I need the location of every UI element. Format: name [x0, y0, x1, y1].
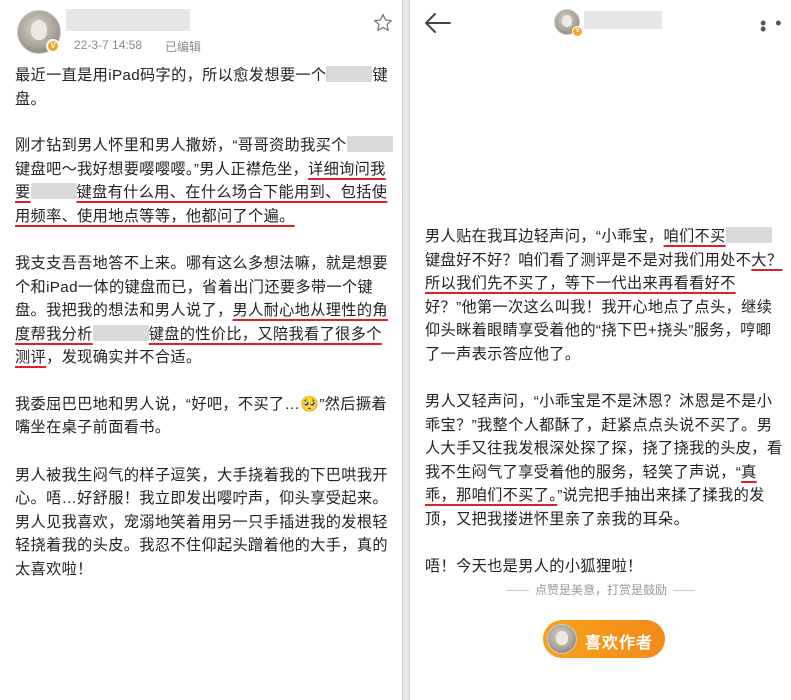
star-icon[interactable] — [372, 12, 394, 34]
header-name-redacted — [584, 11, 662, 29]
like-button-label: 喜欢作者 — [585, 635, 654, 652]
post-paragraph: 男人被我生闷气的样子逗笑，大手挠着我的下巴哄我开心。唔…好舒服！我立即发出嘤咛声… — [15, 464, 395, 582]
post-body-left: 最近一直是用iPad码字的，所以愈发想要一个 键盘。刚才钻到男人怀里和男人撒娇，“… — [15, 64, 395, 603]
redacted-brand — [326, 66, 373, 82]
verified-badge-icon: V — [572, 26, 583, 37]
post-paragraph: 男人又轻声问，“小乖宝是不是沐恩？沐恩是不是小乖宝？”我整个人都酥了，赶紧点点头… — [425, 390, 783, 531]
verified-badge-icon: V — [46, 39, 60, 53]
post-paragraph: 男人贴在我耳边轻声问，“小乖宝，咱们不买键盘好不好？咱们看了测评是不是对我们用处… — [425, 225, 783, 366]
post-paragraph: 刚才钻到男人怀里和男人撒娇，“哥哥资助我买个键盘吧～我好想要嘤嘤嘤。”男人正襟危… — [15, 134, 395, 228]
post-text: 刚才钻到男人怀里和男人撒娇，“哥哥资助我买个 — [15, 137, 347, 154]
post-text: 好？”他第一次这么叫我！我开心地点了点头，继续仰头眯着眼睛享受着他的“挠下巴+挠… — [425, 298, 773, 363]
post-text: 唔！今天也是男人的小狐狸啦！ — [425, 558, 643, 575]
author-avatar — [547, 624, 577, 654]
post-body-right: 男人贴在我耳边轻声问，“小乖宝，咱们不买键盘好不好？咱们看了测评是不是对我们用处… — [425, 225, 783, 601]
back-arrow-icon[interactable] — [422, 10, 452, 36]
edited-label: 已编辑 — [165, 40, 202, 54]
post-text: 男人被我生闷气的样子逗笑，大手挠着我的下巴哄我开心。唔…好舒服！我立即发出嘤咛声… — [15, 466, 388, 578]
post-text: 男人又轻声问，“小乖宝是不是沐恩？沐恩是不是小乖宝？”我整个人都酥了，赶紧点点头… — [425, 393, 783, 481]
post-text: 键盘好不好？咱们看了测评是不是对我们用处不 — [425, 251, 752, 269]
left-screenshot: V 22-3-7 14:58 已编辑 最近一直是用iPad码字的，所以愈发想要一… — [0, 0, 403, 700]
right-screenshot: V • • • 男人贴在我耳边轻声问，“小乖宝，咱们不买键盘好不好？咱们看了测评… — [409, 0, 791, 700]
reward-caption: 点赞是美意，打赏是鼓励 — [410, 581, 791, 598]
like-author-button[interactable]: 喜欢作者 — [543, 620, 665, 658]
post-text: 男人贴在我耳边轻声问，“小乖宝， — [425, 228, 664, 245]
post-paragraph: 最近一直是用iPad码字的，所以愈发想要一个 键盘。 — [15, 64, 395, 111]
post-text: 键盘吧～我好想要嘤嘤嘤。”男人正襟危坐， — [15, 160, 309, 178]
post-text: 最近一直是用iPad码字的，所以愈发想要一个 — [15, 67, 327, 84]
author-name-redacted — [66, 9, 190, 31]
redacted-brand — [30, 183, 77, 199]
underlined-text: 咱们不买 — [663, 228, 726, 245]
post-text: ，发现确实并不合适。 — [46, 349, 202, 366]
post-paragraph: 我支支吾吾地答不上来。哪有这么多想法嘛，就是想要个和iPad一体的键盘而已，省着… — [15, 252, 395, 370]
redacted-brand — [725, 227, 772, 243]
post-timestamp: 22-3-7 14:58 — [74, 38, 143, 52]
more-icon[interactable]: • • • — [760, 14, 791, 38]
post-paragraph: 我委屈巴巴地和男人说，“好吧，不买了…🥺”然后撅着嘴坐在桌子前面看书。 — [15, 393, 395, 440]
post-paragraph: 唔！今天也是男人的小狐狸啦！ — [425, 555, 783, 579]
redacted-brand — [346, 136, 393, 152]
post-text: 我委屈巴巴地和男人说，“好吧，不买了…🥺”然后撅着嘴坐在桌子前面看书。 — [15, 395, 387, 437]
reward-caption-text: 点赞是美意，打赏是鼓励 — [534, 583, 667, 597]
redacted-brand — [92, 324, 149, 341]
